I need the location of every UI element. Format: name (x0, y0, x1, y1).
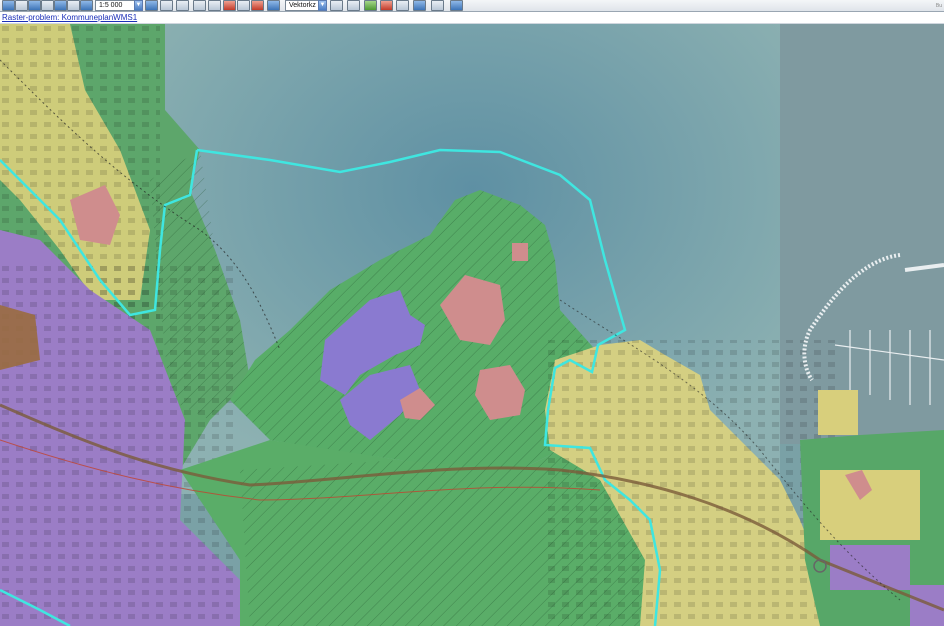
list-icon[interactable] (237, 0, 250, 11)
raster-problem-link[interactable]: Raster-problem: KommuneplanWMS1 (2, 13, 137, 22)
map-canvas[interactable] (0, 24, 944, 626)
select-icon[interactable] (396, 0, 409, 11)
layer-select[interactable]: Vektorkz (285, 0, 321, 11)
brown-parcel (0, 305, 40, 370)
harbor-yellow-parcel-2 (820, 470, 920, 540)
forward-icon[interactable] (54, 0, 67, 11)
erase-icon[interactable] (251, 0, 264, 11)
scale-dropdown-icon[interactable]: ▼ (134, 0, 143, 11)
draw-icon[interactable] (380, 0, 393, 11)
harbor-yellow-parcel (818, 390, 858, 435)
peninsula-pink-small (512, 243, 528, 261)
tool-icon[interactable] (347, 0, 360, 11)
mail-icon[interactable] (431, 0, 444, 11)
report-icon[interactable] (223, 0, 236, 11)
back-icon[interactable] (41, 0, 54, 11)
layer-icon[interactable] (193, 0, 206, 11)
table-icon[interactable] (208, 0, 221, 11)
status-strip (0, 12, 944, 24)
refresh-icon[interactable] (67, 0, 80, 11)
globe-icon[interactable] (450, 0, 463, 11)
print-icon[interactable] (160, 0, 173, 11)
toolbar: 1:5 000 ▼ Vektorkz ▼ Bu (0, 0, 944, 12)
chart-icon[interactable] (364, 0, 377, 11)
toolbar-right-label: Bu (935, 3, 942, 9)
zoom-in-icon[interactable] (2, 0, 15, 11)
save-icon[interactable] (176, 0, 189, 11)
pan-icon[interactable] (28, 0, 41, 11)
full-extent-icon[interactable] (80, 0, 93, 11)
harbor-purple-parcel-2 (910, 585, 944, 626)
layer-dropdown-icon[interactable]: ▼ (318, 0, 327, 11)
measure-icon[interactable] (145, 0, 158, 11)
scale-select[interactable]: 1:5 000 (95, 0, 137, 11)
edit-icon[interactable] (413, 0, 426, 11)
identify-icon[interactable] (330, 0, 343, 11)
zoom-out-icon[interactable] (15, 0, 28, 11)
help-icon[interactable] (267, 0, 280, 11)
